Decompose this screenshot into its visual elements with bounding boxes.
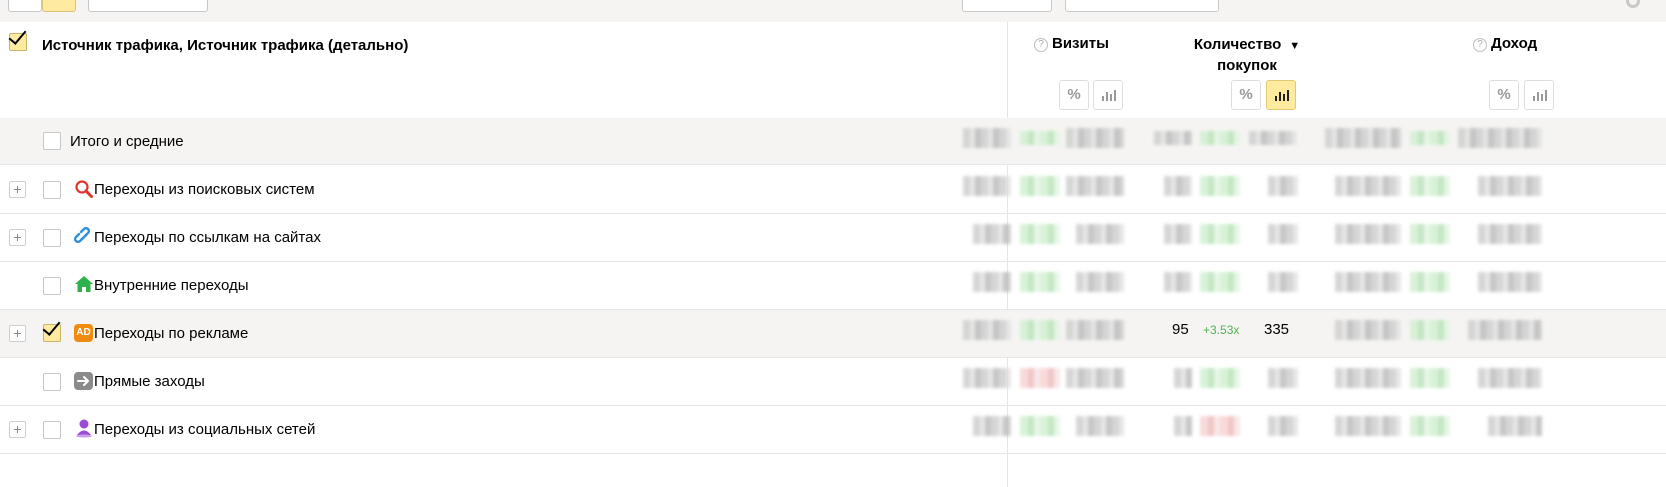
expand-button[interactable]: + [9, 325, 26, 342]
row-checkbox[interactable] [43, 181, 61, 199]
row-checkbox[interactable] [43, 421, 61, 439]
chart-toggle-button[interactable] [1093, 80, 1123, 110]
row-checkbox[interactable] [43, 132, 61, 150]
row-checkbox[interactable] [43, 373, 61, 391]
arrow-right-glyph [77, 376, 89, 386]
row-checkbox-checked[interactable] [42, 317, 61, 342]
row-label: Итого и средние [70, 133, 184, 150]
bar-chart-icon [1533, 89, 1547, 101]
purchases-delta: +3.53x [1203, 323, 1240, 337]
percent-toggle-button[interactable]: % [1231, 80, 1261, 110]
chart-toggle-button-active[interactable] [1266, 80, 1296, 110]
toolbar-button[interactable] [8, 0, 42, 12]
column-header-visits[interactable]: ? Визиты [1034, 35, 1109, 52]
bar-chart-icon [1102, 89, 1116, 101]
expand-button[interactable]: + [9, 229, 26, 246]
search-icon [75, 180, 93, 198]
toolbar-button[interactable] [1065, 0, 1219, 12]
column-header-label: покупок [1217, 57, 1277, 74]
home-icon [75, 276, 93, 292]
row-label: Переходы по ссылкам на сайтах [94, 229, 321, 246]
toolbar-toggle-button[interactable] [42, 0, 76, 12]
select-all-checkbox[interactable] [8, 26, 27, 51]
expand-button[interactable]: + [9, 421, 26, 438]
link-icon [74, 227, 91, 244]
toolbar [0, 0, 1666, 22]
sort-desc-icon[interactable]: ▼ [1289, 40, 1300, 52]
question-icon[interactable]: ? [1034, 38, 1048, 52]
row-label: Переходы из поисковых систем [94, 181, 315, 198]
report-table: Источник трафика, Источник трафика (дета… [0, 0, 1666, 487]
column-header-label: Количество [1193, 36, 1282, 53]
bar-chart-icon [1275, 89, 1289, 101]
gear-icon[interactable] [1626, 0, 1640, 8]
arrow-right-icon [74, 372, 93, 390]
question-icon[interactable]: ? [1473, 38, 1487, 52]
row-checkbox[interactable] [43, 277, 61, 295]
toolbar-button[interactable] [962, 0, 1052, 12]
dimension-header: Источник трафика, Источник трафика (дета… [42, 37, 409, 54]
column-header-label: Доход [1491, 35, 1538, 52]
column-header-label: Визиты [1052, 35, 1109, 52]
column-header-purchases[interactable]: Количество ▼ покупок [1192, 35, 1302, 75]
checkmark-icon [8, 26, 27, 45]
purchases-total: 335 [1264, 321, 1290, 338]
ad-icon: AD [74, 324, 93, 342]
row-label: Переходы из социальных сетей [94, 421, 316, 438]
column-header-revenue[interactable]: ? Доход [1473, 35, 1537, 52]
percent-toggle-button[interactable]: % [1059, 80, 1089, 110]
chart-toggle-button[interactable] [1524, 80, 1554, 110]
checkmark-icon [42, 317, 61, 336]
purchases-value: 95 [1172, 321, 1189, 338]
social-user-icon [76, 419, 92, 438]
grouping-button[interactable] [88, 0, 208, 12]
percent-toggle-button[interactable]: % [1489, 80, 1519, 110]
row-checkbox[interactable] [43, 229, 61, 247]
row-label: Внутренние переходы [94, 277, 249, 294]
row-label: Переходы по рекламе [94, 325, 249, 342]
row-label: Прямые заходы [94, 373, 205, 390]
expand-button[interactable]: + [9, 181, 26, 198]
